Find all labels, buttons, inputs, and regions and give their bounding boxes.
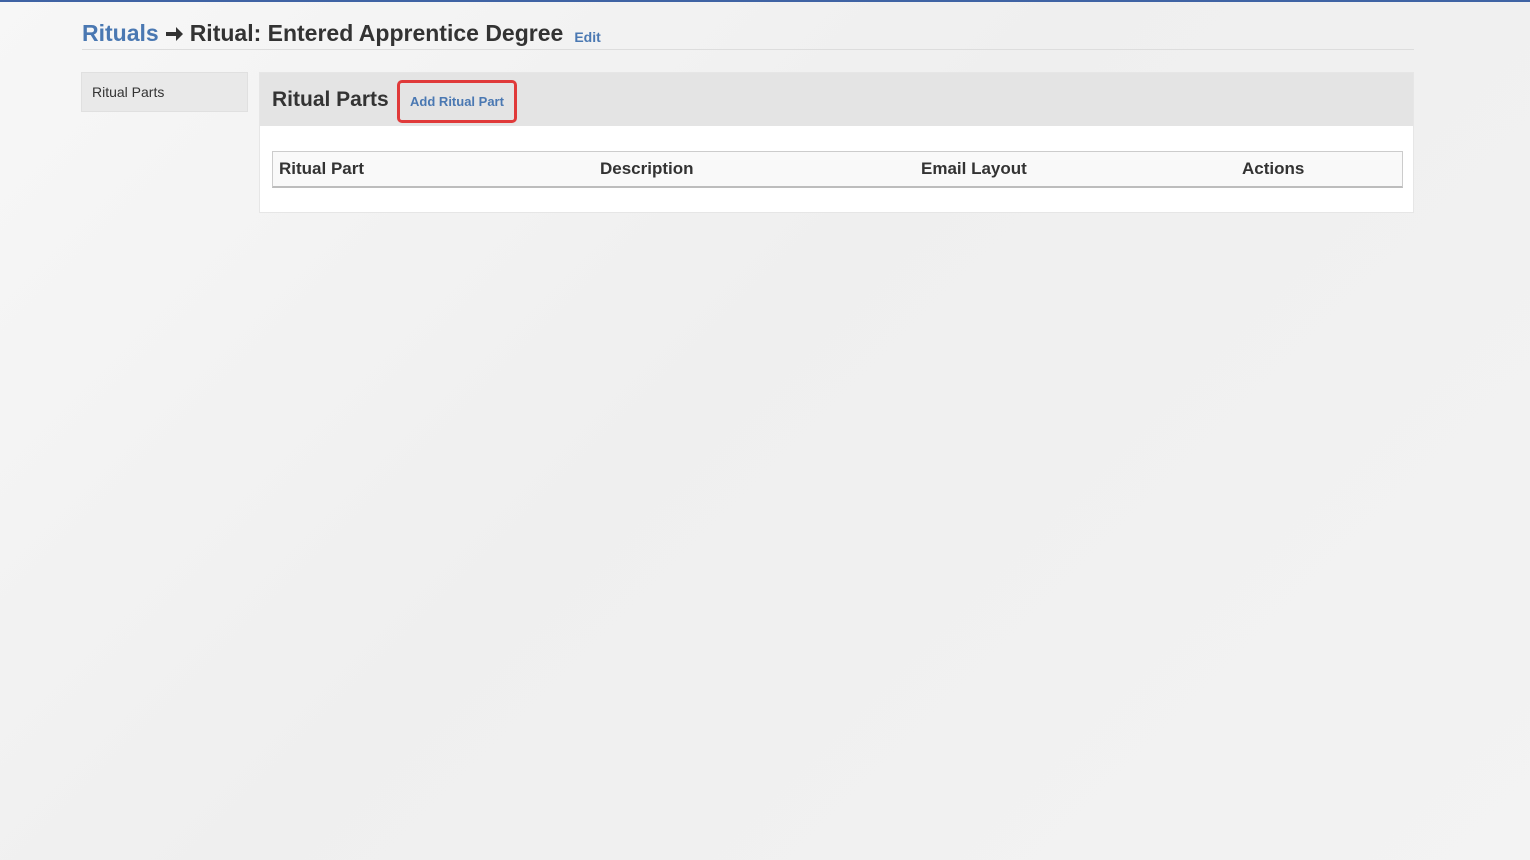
sidebar-item-ritual-parts[interactable]: Ritual Parts <box>82 73 247 111</box>
column-header-actions: Actions <box>1242 159 1305 178</box>
top-accent-strip <box>0 0 1530 2</box>
ritual-parts-table: Ritual Part Description Email Layout Act… <box>272 151 1403 188</box>
page-title: Ritual: Entered Apprentice Degree <box>189 20 564 46</box>
column-header-ritual-part: Ritual Part <box>279 159 365 178</box>
sidebar: Ritual Parts <box>81 72 248 112</box>
edit-ritual-link[interactable]: Edit <box>574 29 600 45</box>
breadcrumb-rituals-link[interactable]: Rituals <box>82 20 159 47</box>
page-header: Rituals Ritual: Entered Apprentice Degre… <box>82 18 1414 50</box>
column-header-email-layout: Email Layout <box>921 159 1027 178</box>
column-header-description: Description <box>600 159 694 178</box>
arrow-right-icon <box>165 25 184 43</box>
table-header-row: Ritual Part Description Email Layout Act… <box>273 152 1402 186</box>
ritual-parts-panel: Ritual Parts Add Ritual Part Ritual Part… <box>259 72 1414 213</box>
panel-heading: Ritual Parts Add Ritual Part <box>260 73 1413 126</box>
panel-title: Ritual Parts <box>272 87 389 111</box>
add-ritual-part-button[interactable]: Add Ritual Part <box>397 80 517 123</box>
